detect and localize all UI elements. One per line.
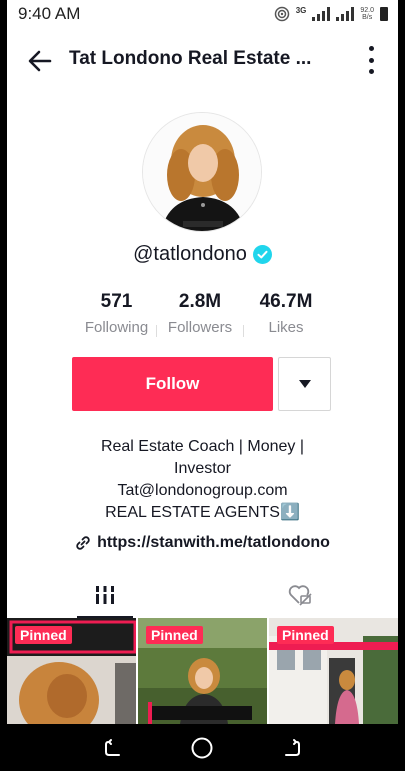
avatar-image	[143, 113, 261, 231]
link-icon	[76, 536, 90, 550]
pinned-badge: Pinned	[277, 626, 334, 644]
stat-followers-label: Followers	[167, 319, 233, 336]
home-circle-icon[interactable]	[190, 736, 214, 760]
stat-following-label: Following	[84, 319, 149, 336]
network-type-label: 3G	[295, 5, 307, 15]
pinned-badge: Pinned	[15, 626, 72, 644]
battery-icon	[380, 7, 388, 21]
stat-followers[interactable]: 2.8M Followers	[157, 291, 243, 337]
caret-down-icon	[298, 380, 311, 388]
stat-followers-value: 2.8M	[178, 291, 222, 312]
status-time: 9:40 AM	[18, 4, 81, 23]
stat-likes[interactable]: 46.7M Likes	[244, 291, 328, 337]
profile-link-text: https://stanwith.me/tatlondono	[97, 534, 330, 551]
more-options-icon[interactable]	[364, 46, 378, 74]
stat-likes-label: Likes	[268, 319, 304, 336]
network-speed: 92.0 B/s	[360, 7, 374, 21]
bio-line: Investor	[174, 460, 231, 477]
hotspot-icon	[274, 6, 289, 22]
profile-stats: 571 Following 2.8M Followers 46.7M Likes	[7, 291, 398, 337]
suggested-accounts-dropdown[interactable]	[278, 357, 331, 411]
stat-following-value: 571	[100, 291, 133, 312]
tab-videos[interactable]	[7, 572, 203, 618]
network-speed-value: 92.0	[360, 7, 374, 14]
video-thumbnail[interactable]: Pinned	[138, 618, 267, 724]
bio-line: REAL ESTATE AGENTS⬇️	[105, 504, 300, 521]
stat-following[interactable]: 571 Following	[77, 291, 156, 337]
follow-button[interactable]: Follow	[72, 357, 273, 411]
profile-link[interactable]: https://stanwith.me/tatlondono	[7, 534, 398, 552]
pinned-badge: Pinned	[146, 626, 203, 644]
signal-icon-2	[336, 7, 355, 21]
system-nav-bar	[0, 724, 405, 771]
bio-line: Tat@londonogroup.com	[117, 482, 288, 499]
profile-bio: Real Estate Coach | Money | Investor Tat…	[47, 436, 358, 524]
stat-likes-value: 46.7M	[259, 291, 313, 312]
page-title: Tat Londono Real Estate ...	[69, 48, 312, 69]
back-arrow-icon[interactable]	[25, 46, 55, 76]
recent-apps-icon[interactable]	[103, 738, 125, 758]
username: @tatlondono	[7, 243, 398, 266]
bio-line: Real Estate Coach | Money |	[100, 438, 305, 455]
tab-liked[interactable]	[203, 572, 399, 618]
liked-hidden-icon	[289, 585, 312, 606]
signal-icon	[312, 7, 331, 21]
verified-badge-icon	[252, 245, 272, 264]
status-bar: 9:40 AM 3G 92.0 B/s	[7, 0, 398, 28]
app-screen: 9:40 AM 3G 92.0 B/s Tat Londono Real Est…	[7, 0, 398, 771]
status-icons: 3G 92.0 B/s	[274, 6, 388, 23]
back-nav-icon[interactable]	[280, 738, 302, 758]
avatar[interactable]	[142, 112, 262, 232]
profile-tabs	[7, 572, 398, 618]
video-grid: Pinned Pinned Pinned	[7, 618, 398, 724]
video-thumbnail[interactable]: Pinned	[7, 618, 136, 724]
profile-header: Tat Londono Real Estate ...	[7, 38, 398, 82]
username-text: @tatlondono	[133, 243, 247, 265]
video-thumbnail[interactable]: Pinned	[269, 618, 398, 724]
network-speed-unit: B/s	[362, 14, 373, 21]
grid-icon	[95, 586, 114, 604]
